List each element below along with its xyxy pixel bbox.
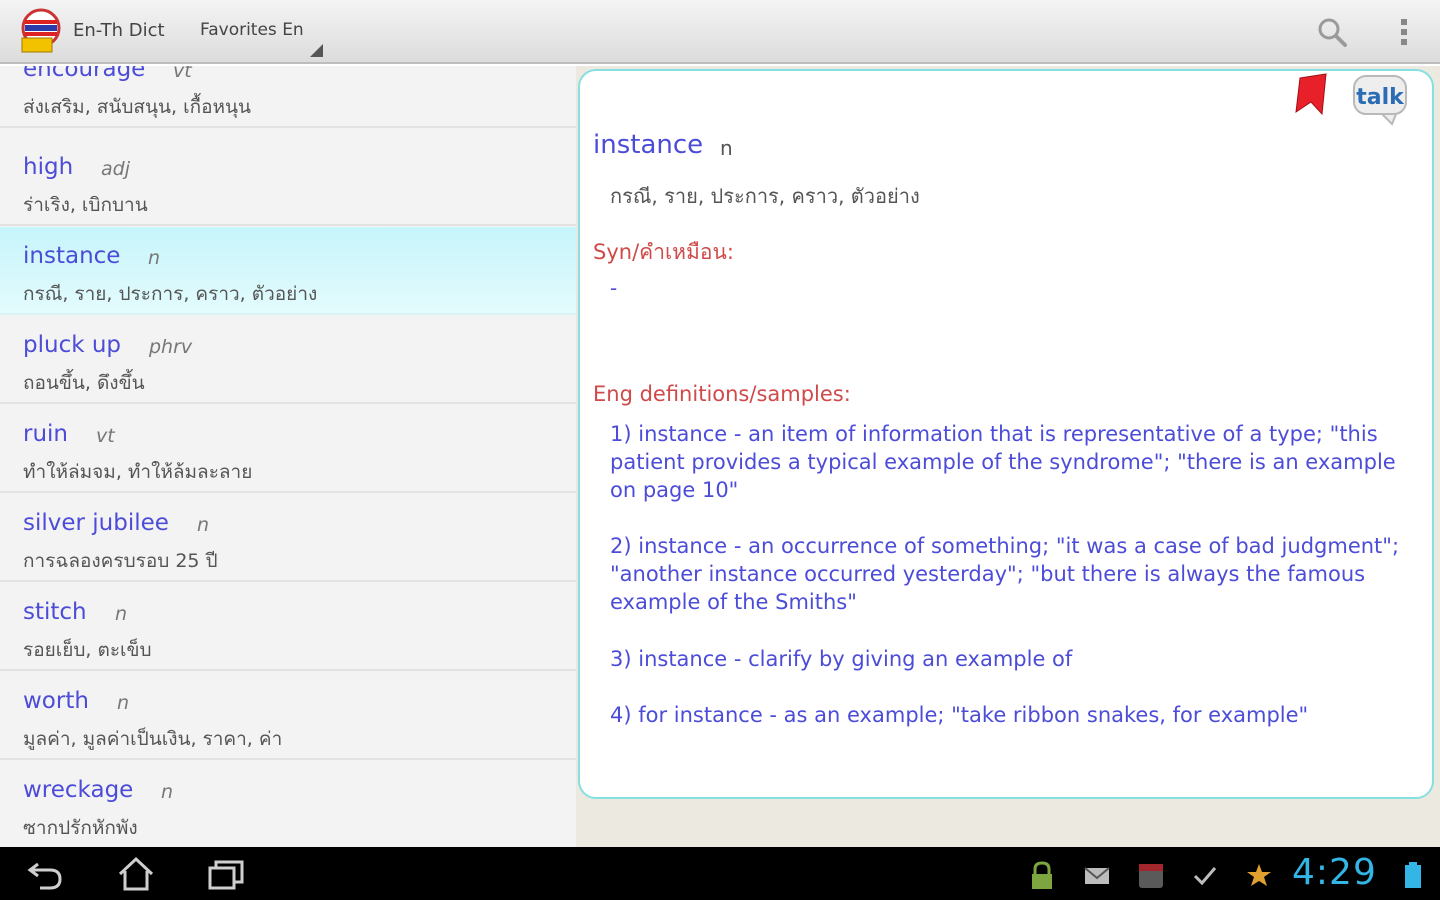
lock-icon bbox=[1032, 861, 1052, 889]
synonym-value: - bbox=[610, 276, 618, 300]
list-item-translation: รอยเย็บ, ตะเข็บ bbox=[23, 639, 152, 661]
list-item-word: instance bbox=[23, 243, 121, 269]
list-item-pos: n bbox=[148, 247, 161, 269]
definition-item: 3) instance - clarify by giving an examp… bbox=[610, 647, 1073, 671]
list-item[interactable]: encourage vt ส่งเสริม, สนับสนุน, เกื้อหน… bbox=[0, 66, 576, 128]
list-item-pos: vt bbox=[96, 425, 115, 447]
mail-icon bbox=[1084, 867, 1110, 884]
list-item-translation: มูลค่า, มูลค่าเป็นเงิน, ราคา, ค่า bbox=[23, 728, 283, 750]
headword: instance bbox=[593, 130, 704, 160]
list-item-word: high bbox=[23, 154, 74, 180]
battery-icon bbox=[1405, 862, 1421, 888]
word-list: encourage vt ส่งเสริม, สนับสนุน, เกื้อหน… bbox=[0, 66, 576, 847]
headword-pos: n bbox=[720, 136, 733, 160]
list-item-pos: n bbox=[117, 692, 130, 714]
definition-item: 1) instance - an item of information tha… bbox=[610, 422, 1396, 502]
list-item[interactable]: silver jubilee n การฉลองครบรอบ 25 ปี bbox=[0, 494, 576, 582]
list-item-word: stitch bbox=[23, 599, 87, 625]
list-item-translation: ส่งเสริม, สนับสนุน, เกื้อหนุน bbox=[23, 96, 251, 118]
list-item-pos: vt bbox=[173, 66, 192, 82]
list-item-pos: n bbox=[197, 514, 210, 536]
list-item[interactable]: pluck up phrv ถอนขึ้น, ดึงขึ้น bbox=[0, 316, 576, 404]
list-item-pos: adj bbox=[101, 158, 130, 180]
list-item-word: worth bbox=[23, 688, 89, 714]
calendar-icon bbox=[1139, 864, 1163, 888]
recent-apps-icon[interactable] bbox=[206, 856, 246, 892]
list-item-translation: การฉลองครบรอบ 25 ปี bbox=[23, 550, 218, 572]
list-item[interactable]: wreckage n ซากปรักหักพัง bbox=[0, 761, 576, 847]
headword-translation: กรณี, ราย, ประการ, คราว, ตัวอย่าง bbox=[610, 184, 920, 208]
eng-definitions-label: Eng definitions/samples: bbox=[593, 382, 851, 406]
overflow-menu-icon[interactable] bbox=[1396, 16, 1412, 48]
list-item-word: silver jubilee bbox=[23, 510, 169, 536]
bookmark-ribbon-icon[interactable] bbox=[1292, 72, 1330, 118]
list-item-translation: ร่าเริง, เบิกบาน bbox=[23, 194, 148, 216]
search-icon[interactable] bbox=[1316, 16, 1348, 48]
app-title[interactable]: En-Th Dict bbox=[73, 20, 165, 41]
list-item-word: wreckage bbox=[23, 777, 134, 803]
list-item-pos: n bbox=[115, 603, 128, 625]
list-item-translation: ทำให้ล่มจม, ทำให้ล้มละลาย bbox=[23, 461, 253, 483]
list-item[interactable]: high adj ร่าเริง, เบิกบาน bbox=[0, 138, 576, 226]
star-icon bbox=[1247, 864, 1271, 886]
talk-label: talk bbox=[1356, 85, 1405, 110]
list-item-word: encourage bbox=[23, 66, 146, 82]
list-item[interactable]: stitch n รอยเย็บ, ตะเข็บ bbox=[0, 583, 576, 671]
list-item-translation: กรณี, ราย, ประการ, คราว, ตัวอย่าง bbox=[23, 283, 318, 305]
definition-item: 4) for instance - as an example; "take r… bbox=[610, 703, 1309, 727]
list-item-word: ruin bbox=[23, 421, 69, 447]
app-logo-icon[interactable] bbox=[16, 8, 66, 54]
checkmark-icon bbox=[1193, 867, 1217, 886]
home-icon[interactable] bbox=[116, 856, 156, 892]
list-item-pos: phrv bbox=[149, 336, 193, 358]
list-item-word: pluck up bbox=[23, 332, 122, 358]
favorites-dropdown[interactable]: Favorites En bbox=[200, 20, 304, 40]
action-bar: En-Th Dict Favorites En bbox=[0, 0, 1440, 64]
clock: 4:29 bbox=[1292, 852, 1377, 893]
talk-speech-icon[interactable]: talk bbox=[1352, 74, 1408, 126]
back-icon[interactable] bbox=[26, 856, 66, 892]
list-item-translation: ถอนขึ้น, ดึงขึ้น bbox=[23, 372, 145, 394]
synonym-label: Syn/คำเหมือน: bbox=[593, 240, 734, 264]
list-item[interactable]: worth n มูลค่า, มูลค่าเป็นเงิน, ราคา, ค่… bbox=[0, 672, 576, 760]
dropdown-indicator-icon bbox=[310, 44, 323, 57]
list-item-translation: ซากปรักหักพัง bbox=[23, 817, 138, 839]
list-item[interactable]: ruin vt ทำให้ล่มจม, ทำให้ล้มละลาย bbox=[0, 405, 576, 493]
list-item-selected[interactable]: instance n กรณี, ราย, ประการ, คราว, ตัวอ… bbox=[0, 227, 576, 315]
list-item-pos: n bbox=[161, 781, 174, 803]
definition-item: 2) instance - an occurrence of something… bbox=[610, 534, 1400, 614]
